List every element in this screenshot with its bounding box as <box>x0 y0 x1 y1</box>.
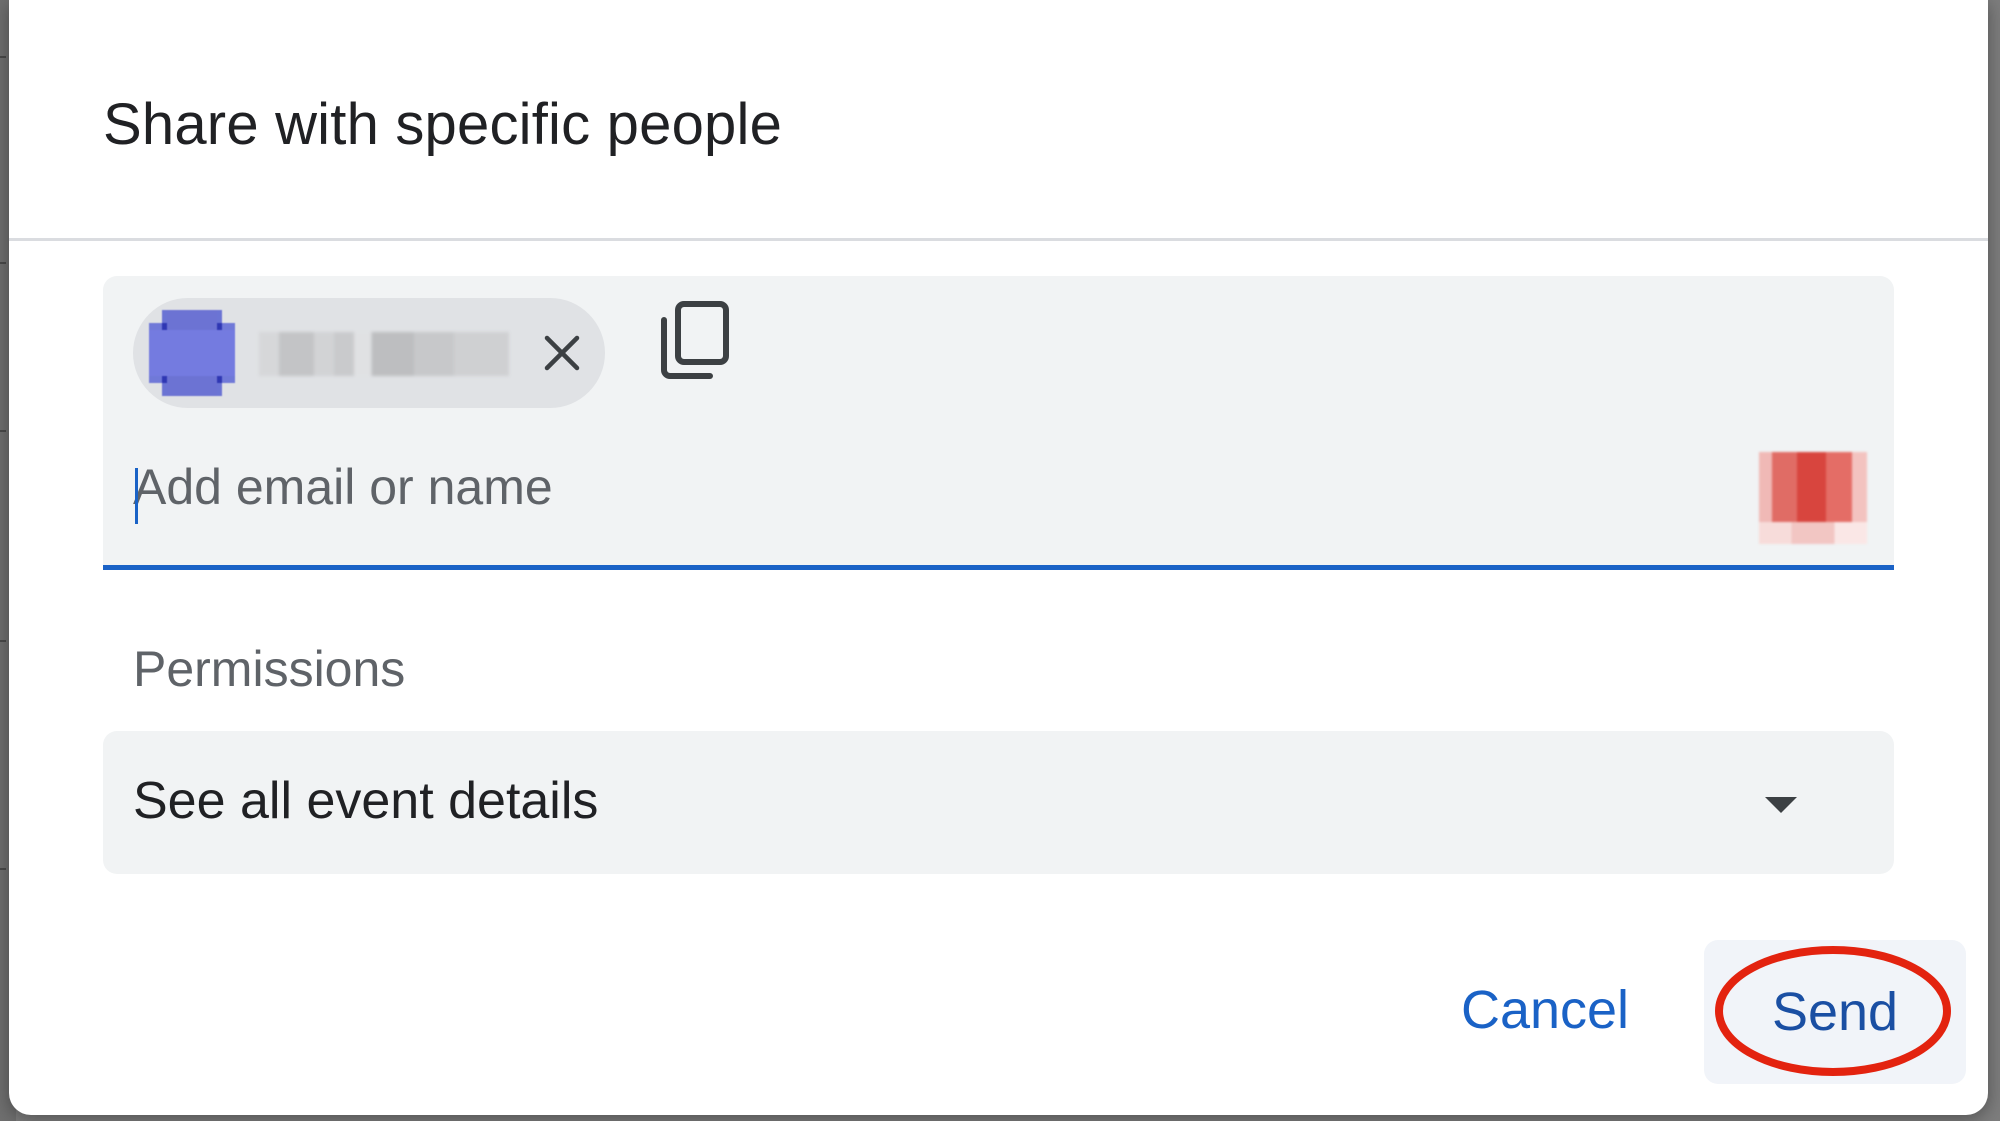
recipient-input[interactable] <box>133 452 1733 522</box>
permissions-dropdown[interactable]: See all event details <box>103 731 1894 874</box>
dialog-title: Share with specific people <box>103 92 783 157</box>
cancel-button[interactable]: Cancel <box>1439 950 1651 1070</box>
title-divider <box>9 238 1988 241</box>
permissions-selected-value: See all event details <box>133 772 599 830</box>
arrow-drop-down-icon <box>1765 797 1797 813</box>
send-button[interactable]: Send <box>1704 940 1966 1084</box>
recipient-avatar <box>149 310 235 396</box>
permissions-label: Permissions <box>133 641 406 697</box>
contacts-icon[interactable] <box>1759 452 1867 544</box>
recipient-chip[interactable] <box>133 298 605 408</box>
backdrop-mark <box>0 640 6 642</box>
recipient-name-redacted <box>259 332 509 376</box>
backdrop-mark <box>0 430 6 432</box>
copy-icon[interactable] <box>656 300 732 380</box>
backdrop-mark <box>0 56 6 58</box>
recipients-field[interactable] <box>103 276 1894 570</box>
share-dialog: Share with specific people Permissions S… <box>9 0 1988 1115</box>
text-cursor <box>135 468 138 524</box>
backdrop-mark <box>0 868 6 870</box>
close-icon[interactable] <box>537 328 587 378</box>
backdrop-mark <box>0 262 6 264</box>
